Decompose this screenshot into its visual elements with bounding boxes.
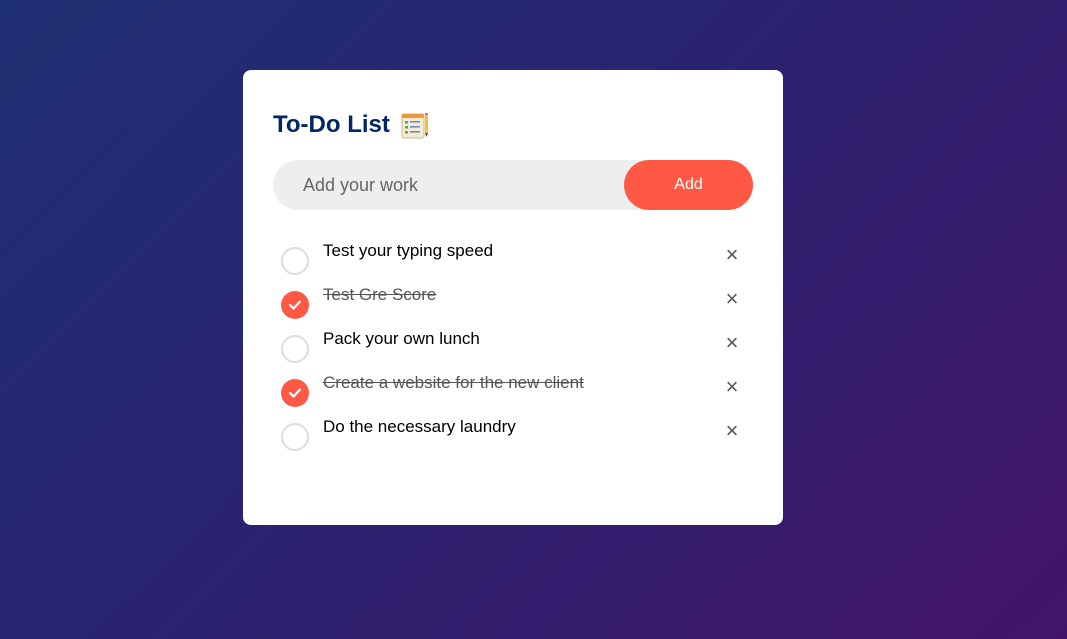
task-label: Pack your own lunch	[323, 329, 480, 348]
task-list: Test your typing speed × Test Gre Score × Pa…	[273, 240, 753, 460]
todo-card: To-Do List Add Test your typing speed×Te…	[243, 70, 783, 525]
remove-task-icon[interactable]: ×	[719, 374, 745, 400]
task-label: Test Gre Score	[323, 285, 437, 304]
task-item[interactable]: Test your typing speed ×	[273, 240, 753, 284]
task-label: Create a website for the new client	[323, 373, 584, 392]
remove-task-icon[interactable]: ×	[719, 418, 745, 444]
task-label: Test your typing speed	[323, 241, 494, 260]
add-task-bar: Add	[273, 160, 753, 210]
remove-task-icon[interactable]: ×	[719, 242, 745, 268]
task-label: Do the necessary laundry	[323, 417, 516, 436]
checkmark-icon	[288, 300, 302, 310]
checkmark-icon	[288, 388, 302, 398]
page-title: To-Do List	[273, 111, 390, 138]
unchecked-circle-icon[interactable]	[281, 335, 309, 363]
checked-circle-icon[interactable]	[281, 379, 309, 407]
task-item[interactable]: Pack your own lunch ×	[273, 328, 753, 372]
add-button[interactable]: Add	[624, 160, 753, 210]
unchecked-circle-icon[interactable]	[281, 247, 309, 275]
notepad-checklist-icon	[400, 110, 430, 140]
task-input[interactable]	[273, 160, 624, 210]
task-item[interactable]: Do the necessary laundry ×	[273, 416, 753, 460]
task-item[interactable]: Create a website for the new client ×	[273, 372, 753, 416]
remove-task-icon[interactable]: ×	[719, 286, 745, 312]
unchecked-circle-icon[interactable]	[281, 423, 309, 451]
remove-task-icon[interactable]: ×	[719, 330, 745, 356]
task-item[interactable]: Test Gre Score ×	[273, 284, 753, 328]
checked-circle-icon[interactable]	[281, 291, 309, 319]
header: To-Do List	[273, 110, 753, 140]
